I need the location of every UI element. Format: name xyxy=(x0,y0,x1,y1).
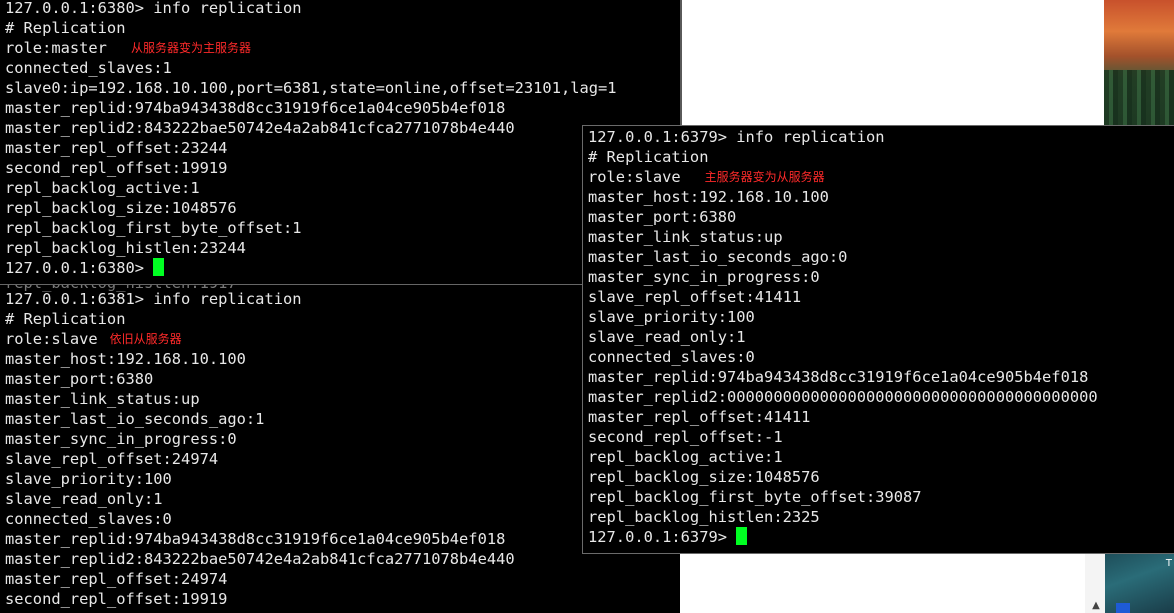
terminal-line: connected_slaves:1 xyxy=(5,59,172,77)
terminal-line: master_port:6380 xyxy=(5,370,154,388)
terminal-line: master_replid2:0000000000000000000000000… xyxy=(588,388,1098,406)
terminal-line: repl_backlog_active:1 xyxy=(588,448,783,466)
scroll-arrow-icon[interactable]: ▲ xyxy=(1090,600,1102,612)
role-value: role:slave xyxy=(5,330,98,348)
terminal-line: master_sync_in_progress:0 xyxy=(588,268,820,286)
annotation-note: 依旧从服务器 xyxy=(109,332,182,346)
terminal-line: master_sync_in_progress:0 xyxy=(5,430,237,448)
terminal-line: slave0:ip=192.168.10.100,port=6381,state… xyxy=(5,79,617,97)
terminal-line: slave_repl_offset:41411 xyxy=(588,288,802,306)
terminal-line: master_port:6380 xyxy=(588,208,737,226)
terminal-line: # Replication xyxy=(588,148,709,166)
terminal-line: repl_backlog_size:1048576 xyxy=(588,468,820,486)
terminal-line: slave_priority:100 xyxy=(5,470,172,488)
annotation-note: 主服务器变为从服务器 xyxy=(704,170,825,184)
terminal-line: 127.0.0.1:6380> info replication xyxy=(5,0,302,17)
terminal-line: repl_backlog_first_byte_offset:39087 xyxy=(588,488,922,506)
terminal-line: slave_read_only:1 xyxy=(588,328,746,346)
terminal-line: repl_backlog_size:1048576 xyxy=(5,199,237,217)
terminal-6381[interactable]: repl_backlog_histlen:1917 127.0.0.1:6381… xyxy=(0,285,680,613)
terminal-line: 127.0.0.1:6381> info replication xyxy=(5,290,302,308)
terminal-line: slave_read_only:1 xyxy=(5,490,163,508)
terminal-line: second_repl_offset:19919 xyxy=(5,159,228,177)
terminal-line: second_repl_offset:19919 xyxy=(5,590,228,608)
terminal-6379[interactable]: 127.0.0.1:6379> info replication # Repli… xyxy=(582,125,1174,554)
desktop-corner-label: T xyxy=(1165,558,1172,569)
terminal-line: master_replid:974ba943438d8cc31919f6ce1a… xyxy=(5,99,506,117)
terminal-line: role:master 从服务器变为主服务器 xyxy=(5,38,251,58)
terminal-line: master_host:192.168.10.100 xyxy=(5,350,246,368)
terminal-line: repl_backlog_histlen:23244 xyxy=(5,239,246,257)
taskbar-app-icon[interactable] xyxy=(1116,603,1130,613)
terminal-line: role:slave 主服务器变为从服务器 xyxy=(588,167,825,187)
desktop-wallpaper-top xyxy=(1104,0,1174,125)
terminal-line: master_replid:974ba943438d8cc31919f6ce1a… xyxy=(588,368,1089,386)
prompt: 127.0.0.1:6380> xyxy=(5,259,154,277)
annotation-note: 从服务器变为主服务器 xyxy=(130,41,251,55)
terminal-line: master_replid:974ba943438d8cc31919f6ce1a… xyxy=(5,530,506,548)
terminal-line: 127.0.0.1:6379> info replication xyxy=(588,128,885,146)
pane-divider[interactable] xyxy=(680,0,682,125)
terminal-line: master_repl_offset:23244 xyxy=(5,139,228,157)
terminal-line: master_last_io_seconds_ago:1 xyxy=(5,410,265,428)
block-cursor-icon xyxy=(736,527,748,545)
terminal-line: slave_repl_offset:24974 xyxy=(5,450,219,468)
prompt: 127.0.0.1:6379> xyxy=(588,528,737,546)
terminal-prompt-line[interactable]: 127.0.0.1:6379> xyxy=(588,527,748,547)
terminal-line: master_host:192.168.10.100 xyxy=(588,188,829,206)
terminal-line: master_replid2:843222bae50742e4a2ab841cf… xyxy=(5,550,515,568)
role-value: role:slave xyxy=(588,168,681,186)
terminal-6380[interactable]: 127.0.0.1:6380> info replication # Repli… xyxy=(0,0,680,285)
wallpaper-trees xyxy=(1104,70,1174,125)
terminal-line: repl_backlog_active:1 xyxy=(5,179,200,197)
terminal-line: repl_backlog_histlen:2325 xyxy=(588,508,820,526)
terminal-line: connected_slaves:0 xyxy=(5,510,172,528)
block-cursor-icon xyxy=(153,258,165,276)
terminal-line: slave_priority:100 xyxy=(588,308,755,326)
terminal-line: master_link_status:up xyxy=(5,390,200,408)
terminal-line: second_repl_offset:-1 xyxy=(588,428,783,446)
terminal-line: master_repl_offset:41411 xyxy=(588,408,811,426)
terminal-line: master_last_io_seconds_ago:0 xyxy=(588,248,848,266)
terminal-line: master_replid2:843222bae50742e4a2ab841cf… xyxy=(5,119,515,137)
terminal-line: # Replication xyxy=(5,310,126,328)
terminal-prompt-line[interactable]: 127.0.0.1:6380> xyxy=(5,258,165,278)
terminal-line: role:slave 依旧从服务器 xyxy=(5,329,182,349)
terminal-line: connected_slaves:0 xyxy=(588,348,755,366)
terminal-line: # Replication xyxy=(5,19,126,37)
terminal-line: master_link_status:up xyxy=(588,228,783,246)
role-value: role:master xyxy=(5,39,107,57)
terminal-line: repl_backlog_first_byte_offset:1 xyxy=(5,219,302,237)
terminal-line: master_repl_offset:24974 xyxy=(5,570,228,588)
